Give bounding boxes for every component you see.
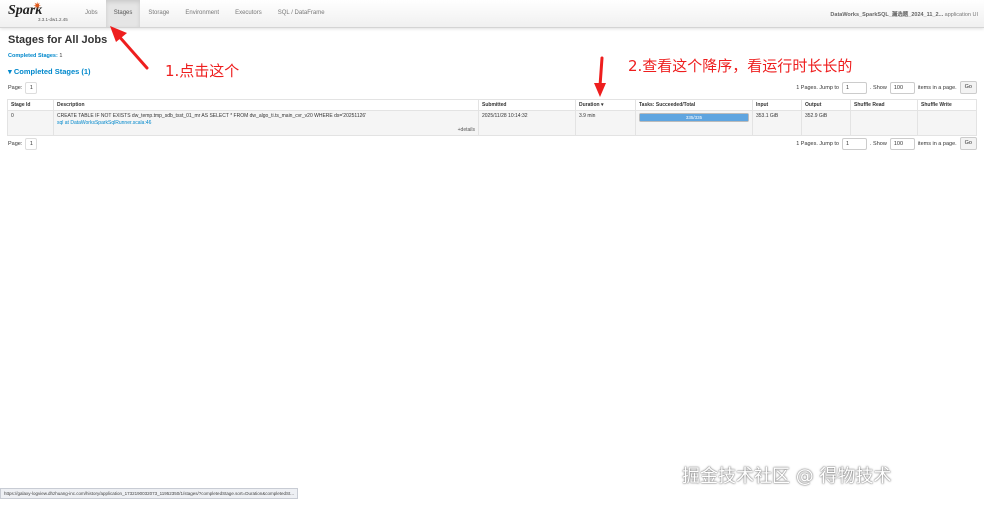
watermark-text: 掘金技术社区 @ 得物技术 <box>682 466 892 487</box>
arrow-to-stages-tab <box>110 26 149 70</box>
annotation-arrows <box>110 26 606 97</box>
status-bar-url: https://galaxy-logview.dhzhuang-inc.com/… <box>0 488 298 499</box>
arrow-to-duration-header <box>594 56 606 97</box>
annotation-step1: 1.点击这个 <box>165 62 240 80</box>
annotation-step2: 2.查看这个降序，看运行时长长的 <box>628 57 853 75</box>
